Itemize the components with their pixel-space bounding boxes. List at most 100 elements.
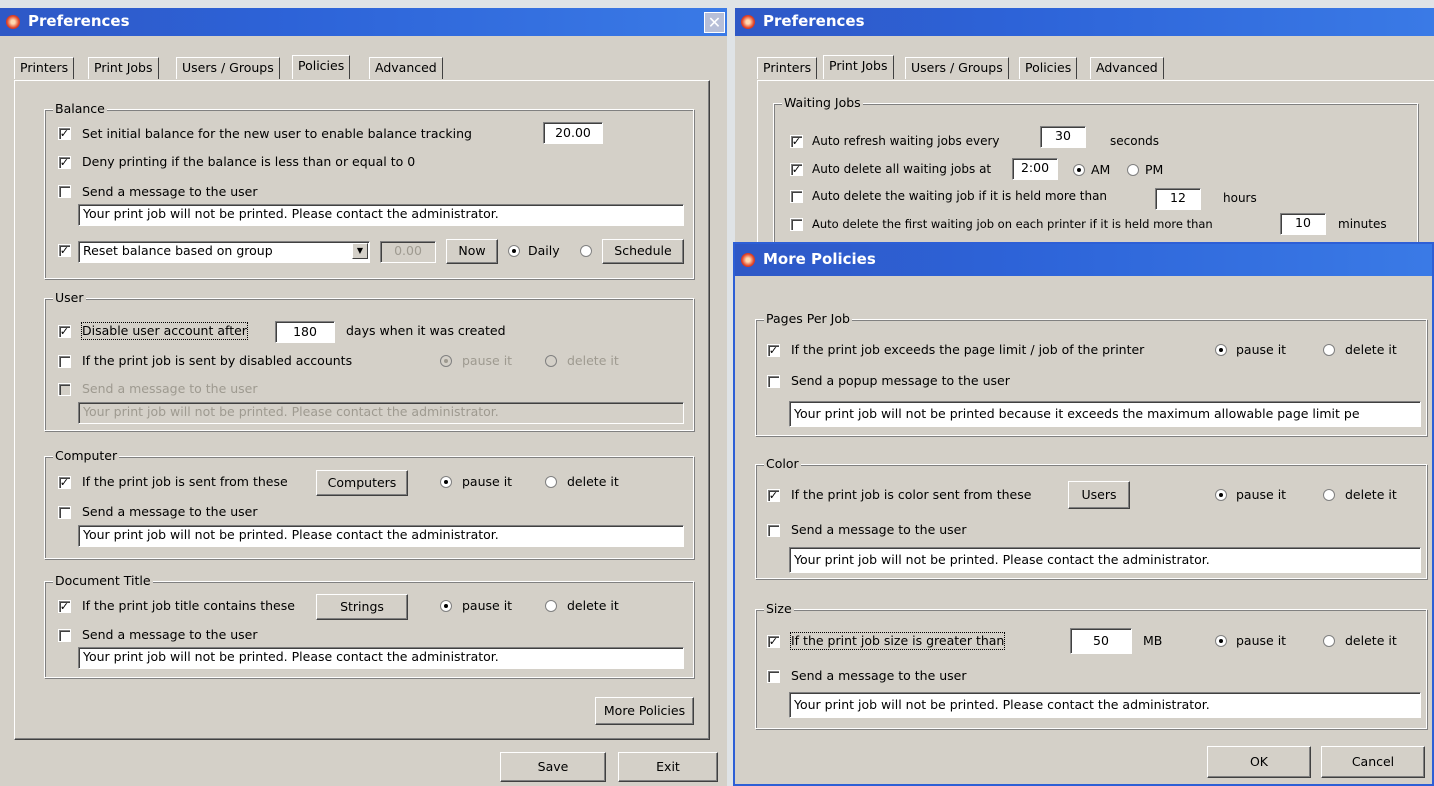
color-send-message-checkbox[interactable]: [767, 524, 780, 537]
computer-pause-radio[interactable]: [440, 476, 452, 488]
balance-send-message-label: Send a message to the user: [82, 184, 258, 199]
size-value-input[interactable]: 50: [1070, 628, 1132, 654]
auto-delete-all-checkbox[interactable]: ✓: [790, 163, 803, 176]
color-pause-label: pause it: [1236, 487, 1287, 502]
tab-users-groups[interactable]: Users / Groups: [905, 57, 1009, 79]
am-radio[interactable]: [1073, 164, 1085, 176]
balance-send-message-checkbox[interactable]: [58, 185, 71, 198]
tab-policies[interactable]: Policies: [292, 55, 351, 79]
color-delete-label: delete it: [1345, 487, 1397, 502]
size-message-input[interactable]: Your print job will not be printed. Plea…: [789, 692, 1421, 718]
group-title: User: [53, 290, 86, 306]
refresh-interval-input[interactable]: 30: [1040, 126, 1086, 148]
pm-radio[interactable]: [1127, 164, 1139, 176]
computer-send-message-label: Send a message to the user: [82, 504, 258, 519]
title-pause-label: pause it: [462, 598, 513, 613]
computer-message-input[interactable]: Your print job will not be printed. Plea…: [78, 525, 684, 547]
computer-delete-radio[interactable]: [545, 476, 557, 488]
ok-button[interactable]: OK: [1207, 746, 1311, 778]
balance-message-input[interactable]: Your print job will not be printed. Plea…: [78, 204, 684, 226]
computer-sent-from-checkbox[interactable]: ✓: [58, 476, 71, 489]
computer-send-message-checkbox[interactable]: [58, 506, 71, 519]
tab-printers[interactable]: Printers: [14, 57, 75, 79]
exit-button[interactable]: Exit: [618, 752, 718, 782]
user-pause-radio[interactable]: [440, 355, 452, 367]
users-button[interactable]: Users: [1068, 481, 1130, 509]
reset-balance-checkbox[interactable]: ✓: [58, 244, 71, 257]
user-send-message-checkbox[interactable]: [58, 383, 71, 396]
size-send-message-checkbox[interactable]: [767, 670, 780, 683]
auto-delete-held-checkbox[interactable]: [790, 190, 803, 203]
preferences-window-policies: Preferences ✕ Printers Print Jobs Users …: [0, 8, 727, 786]
auto-delete-first-checkbox[interactable]: [790, 218, 803, 231]
held-hours-suffix: hours: [1223, 191, 1257, 205]
title-send-message-checkbox[interactable]: [58, 629, 71, 642]
preferences-window-print-jobs: Preferences Printers Print Jobs Users / …: [735, 8, 1434, 253]
popup-message-checkbox[interactable]: [767, 375, 780, 388]
group-title: Size: [764, 601, 794, 617]
color-delete-radio[interactable]: [1323, 489, 1335, 501]
delete-time-input[interactable]: 2:00: [1012, 158, 1058, 180]
popup-message-label: Send a popup message to the user: [791, 373, 1010, 388]
daily-radio[interactable]: [508, 245, 520, 257]
color-message-input[interactable]: Your print job will not be printed. Plea…: [789, 547, 1421, 573]
size-pause-label: pause it: [1236, 633, 1287, 648]
tab-print-jobs[interactable]: Print Jobs: [88, 57, 159, 79]
group-title: Waiting Jobs: [782, 95, 863, 111]
tab-print-jobs[interactable]: Print Jobs: [823, 55, 894, 79]
deny-printing-checkbox[interactable]: ✓: [58, 156, 71, 169]
disable-days-input[interactable]: 180: [275, 321, 335, 343]
save-button[interactable]: Save: [500, 752, 606, 782]
tab-advanced[interactable]: Advanced: [369, 57, 443, 79]
close-icon[interactable]: ✕: [704, 12, 725, 33]
tab-advanced[interactable]: Advanced: [1090, 57, 1164, 79]
first-minutes-input[interactable]: 10: [1280, 213, 1326, 235]
size-delete-radio[interactable]: [1323, 635, 1335, 647]
group-title: Balance: [53, 101, 107, 117]
page-limit-message-input[interactable]: Your print job will not be printed becau…: [789, 401, 1421, 427]
page-limit-label: If the print job exceeds the page limit …: [791, 342, 1145, 357]
computers-button[interactable]: Computers: [316, 470, 408, 496]
size-checkbox[interactable]: ✓: [767, 635, 780, 648]
disabled-accounts-label: If the print job is sent by disabled acc…: [82, 353, 353, 368]
tab-users-groups[interactable]: Users / Groups: [176, 57, 280, 79]
color-pause-radio[interactable]: [1215, 489, 1227, 501]
reset-balance-select[interactable]: Reset balance based on group ▼: [78, 241, 370, 263]
user-pause-label: pause it: [462, 353, 513, 368]
title-delete-label: delete it: [567, 598, 619, 613]
dialog-title: More Policies: [763, 250, 876, 268]
page-pause-radio[interactable]: [1215, 344, 1227, 356]
disable-account-label: Disable user account after: [81, 322, 248, 340]
schedule-button[interactable]: Schedule: [602, 239, 684, 264]
now-button[interactable]: Now: [446, 239, 498, 264]
strings-button[interactable]: Strings: [316, 594, 408, 620]
reset-value-input[interactable]: 0.00: [380, 241, 436, 263]
title-message-input[interactable]: Your print job will not be printed. Plea…: [78, 647, 684, 669]
chevron-down-icon[interactable]: ▼: [352, 243, 368, 259]
auto-refresh-label: Auto refresh waiting jobs every: [812, 134, 1000, 148]
held-hours-input[interactable]: 12: [1155, 188, 1201, 210]
schedule-radio[interactable]: [580, 245, 592, 257]
cancel-button[interactable]: Cancel: [1321, 746, 1425, 778]
page-delete-radio[interactable]: [1323, 344, 1335, 356]
title-pause-radio[interactable]: [440, 600, 452, 612]
auto-refresh-checkbox[interactable]: ✓: [790, 135, 803, 148]
more-policies-dialog: More Policies Pages Per Job ✓ If the pri…: [733, 242, 1434, 786]
disabled-accounts-checkbox[interactable]: [58, 355, 71, 368]
more-policies-button[interactable]: More Policies: [595, 697, 694, 725]
page-limit-checkbox[interactable]: ✓: [767, 344, 780, 357]
auto-delete-all-label: Auto delete all waiting jobs at: [812, 162, 992, 176]
title-contains-checkbox[interactable]: ✓: [58, 600, 71, 613]
size-pause-radio[interactable]: [1215, 635, 1227, 647]
color-checkbox[interactable]: ✓: [767, 489, 780, 502]
tab-printers[interactable]: Printers: [757, 57, 818, 79]
user-message-input[interactable]: Your print job will not be printed. Plea…: [78, 402, 684, 424]
app-icon: [741, 253, 755, 267]
tab-policies[interactable]: Policies: [1019, 57, 1078, 79]
title-delete-radio[interactable]: [545, 600, 557, 612]
disable-account-checkbox[interactable]: ✓: [58, 325, 71, 338]
pm-label: PM: [1145, 162, 1164, 177]
initial-balance-checkbox[interactable]: ✓: [58, 127, 71, 140]
user-delete-radio[interactable]: [545, 355, 557, 367]
initial-balance-input[interactable]: 20.00: [543, 122, 603, 144]
